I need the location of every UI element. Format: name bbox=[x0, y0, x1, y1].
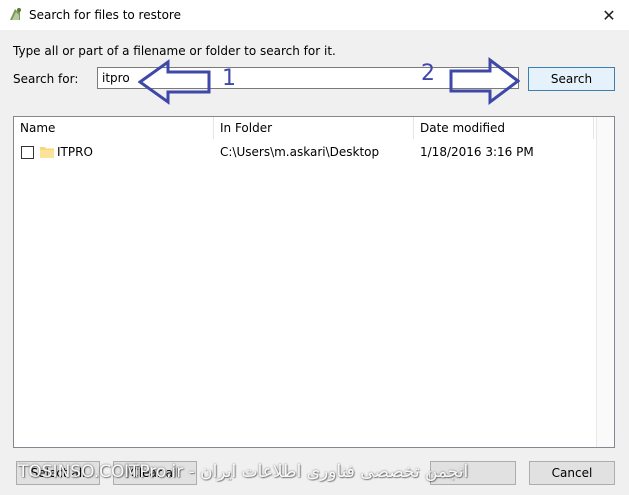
table-row[interactable]: ITPRO C:\Users\m.askari\Desktop 1/18/201… bbox=[14, 142, 614, 162]
restore-button[interactable] bbox=[430, 461, 516, 485]
window-title: Search for files to restore bbox=[29, 8, 181, 22]
results-list[interactable]: Name In Folder Date modified ITPRO C:\Us… bbox=[13, 116, 615, 448]
results-scrollbar-area bbox=[596, 117, 614, 447]
select-all-button[interactable]: Select all bbox=[16, 461, 100, 485]
restore-icon bbox=[10, 8, 21, 20]
column-header-date-modified[interactable]: Date modified bbox=[414, 117, 594, 139]
annotation-number-1: 1 bbox=[222, 66, 236, 91]
instruction-text: Type all or part of a filename or folder… bbox=[13, 44, 336, 58]
row-checkbox[interactable] bbox=[21, 146, 34, 159]
clear-all-button[interactable]: Clear all bbox=[113, 461, 197, 485]
column-header-name[interactable]: Name bbox=[14, 117, 214, 139]
search-input[interactable] bbox=[97, 67, 519, 89]
close-icon: ✕ bbox=[602, 5, 616, 25]
row-date: 1/18/2016 3:16 PM bbox=[420, 145, 534, 159]
column-header-in-folder[interactable]: In Folder bbox=[214, 117, 414, 139]
search-label: Search for: bbox=[13, 72, 79, 86]
row-name: ITPRO bbox=[57, 145, 93, 159]
folder-icon bbox=[40, 147, 54, 158]
close-button[interactable]: ✕ bbox=[589, 0, 629, 30]
title-bar: Search for files to restore ✕ bbox=[0, 0, 629, 30]
row-folder: C:\Users\m.askari\Desktop bbox=[220, 145, 380, 159]
cancel-button[interactable]: Cancel bbox=[529, 461, 615, 485]
annotation-number-2: 2 bbox=[421, 61, 435, 86]
search-button[interactable]: Search bbox=[528, 67, 615, 91]
